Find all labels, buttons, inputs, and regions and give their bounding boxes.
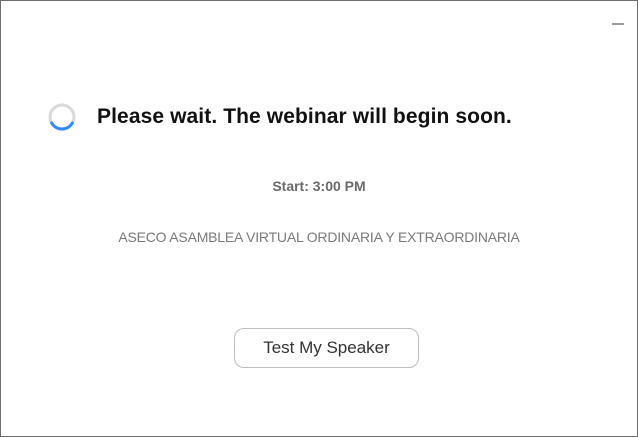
test-speaker-button[interactable]: Test My Speaker (234, 328, 419, 368)
minimize-icon[interactable] (611, 15, 625, 27)
waiting-message: Please wait. The webinar will begin soon… (97, 105, 512, 128)
status-row: Please wait. The webinar will begin soon… (47, 99, 512, 135)
start-time-label: Start: 3:00 PM (272, 178, 366, 194)
webinar-waiting-window: Please wait. The webinar will begin soon… (0, 0, 638, 437)
webinar-title: ASECO ASAMBLEA VIRTUAL ORDINARIA Y EXTRA… (118, 229, 520, 245)
loading-spinner-icon (48, 103, 76, 131)
